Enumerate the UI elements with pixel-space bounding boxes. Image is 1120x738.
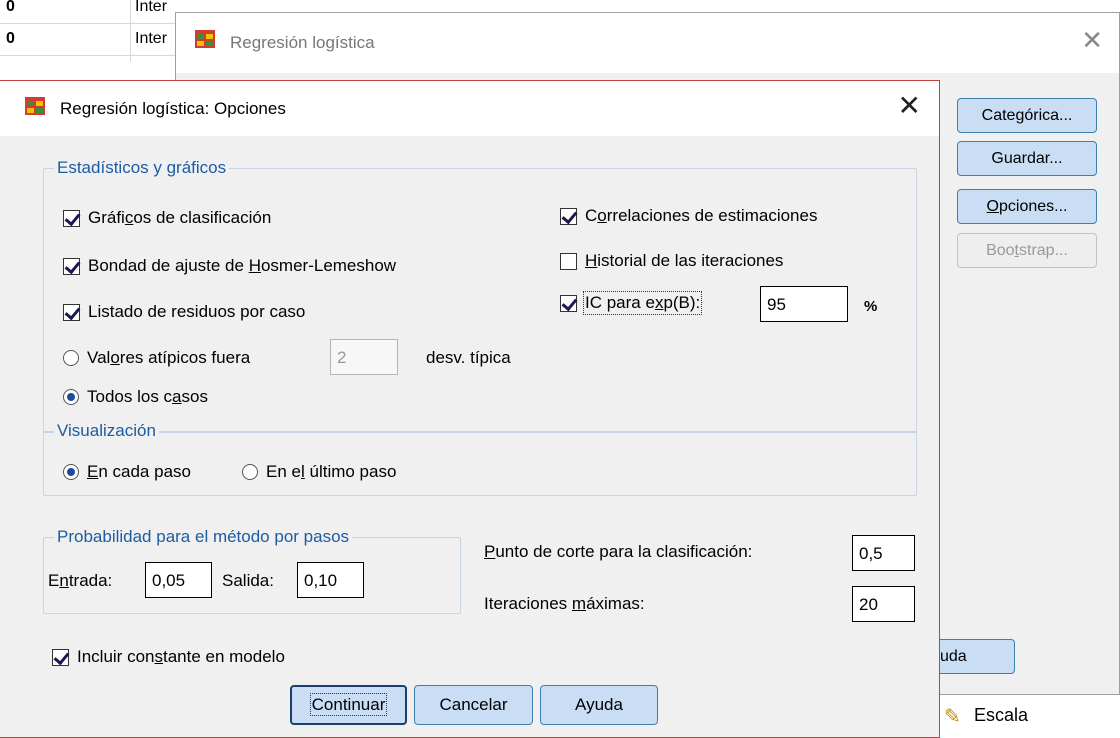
checkbox-label: IC para exp(B): <box>582 291 703 315</box>
back-dialog-titlebar: Regresión logística ✕ <box>176 13 1119 73</box>
checkbox-label: Gráficos de clasificación <box>88 208 272 227</box>
checkbox-box[interactable] <box>560 207 577 225</box>
close-icon[interactable]: ✕ <box>898 89 921 122</box>
checkbox-box[interactable] <box>560 252 577 270</box>
hosmer-lemeshow-checkbox[interactable]: Bondad de ajuste de Hosmer-Lemeshow <box>63 256 396 276</box>
casewise-residuals-checkbox[interactable]: Listado de residuos por caso <box>63 302 305 322</box>
outlier-sd-field[interactable]: 2 <box>330 339 398 375</box>
removal-field[interactable]: 0,10 <box>297 562 364 598</box>
options-dialog: Regresión logística: Opciones ✕ Estadíst… <box>0 80 940 738</box>
iteration-history-checkbox[interactable]: Historial de las iteraciones <box>560 251 783 271</box>
radio-label: En el último paso <box>266 462 397 481</box>
stats-graphs-legend: Estadísticos y gráficos <box>54 158 230 178</box>
options-dialog-titlebar: Regresión logística: Opciones ✕ <box>0 81 939 136</box>
row-type: Inter <box>130 30 167 62</box>
radio-circle[interactable] <box>242 464 258 480</box>
opciones-button[interactable]: Opciones... <box>957 189 1097 224</box>
removal-label: Salida: <box>222 571 274 590</box>
outliers-radio[interactable]: Valores atípicos fuera <box>63 348 250 368</box>
scale-label: Escala <box>974 705 1029 725</box>
max-iterations-label: Iteraciones máximas: <box>484 594 645 613</box>
radio-circle[interactable] <box>63 389 79 405</box>
sd-unit-label: desv. típica <box>426 348 511 367</box>
percent-label: % <box>864 298 878 315</box>
ruler-pencil-icon: ✎ <box>944 706 961 728</box>
cutoff-field[interactable]: 0,5 <box>852 535 915 571</box>
display-legend: Visualización <box>54 421 159 441</box>
spss-table-icon <box>194 29 216 54</box>
continue-label: Continuar <box>309 693 388 716</box>
ci-exp-b-checkbox[interactable]: IC para exp(B): <box>560 291 703 315</box>
categorica-button[interactable]: Categórica... <box>957 98 1097 133</box>
checkbox-box[interactable] <box>63 257 80 275</box>
guardar-button[interactable]: Guardar... <box>957 141 1097 176</box>
close-icon[interactable]: ✕ <box>1081 25 1103 56</box>
radio-label: En cada paso <box>87 462 191 481</box>
entry-label: Entrada: <box>48 571 113 590</box>
options-dialog-title: Regresión logística: Opciones <box>60 99 286 118</box>
continue-button[interactable]: Continuar <box>290 685 407 725</box>
all-cases-radio[interactable]: Todos los casos <box>63 387 208 407</box>
radio-circle[interactable] <box>63 464 79 480</box>
classification-plots-checkbox[interactable]: Gráficos de clasificación <box>63 208 271 228</box>
help-button[interactable]: Ayuda <box>540 685 658 725</box>
entry-field[interactable]: 0,05 <box>145 562 212 598</box>
checkbox-label: Correlaciones de estimaciones <box>585 206 818 225</box>
checkbox-label: Bondad de ajuste de Hosmer-Lemeshow <box>88 256 397 275</box>
back-dialog-title: Regresión logística <box>230 33 375 52</box>
radio-label: Valores atípicos fuera <box>87 348 251 367</box>
max-iterations-field[interactable]: 20 <box>852 586 915 622</box>
ci-level-field[interactable]: 95 <box>760 286 848 322</box>
grid-row: 0 Inter <box>0 0 180 30</box>
radio-circle[interactable] <box>63 350 79 366</box>
each-step-radio[interactable]: En cada paso <box>63 462 191 482</box>
bootstrap-button[interactable]: Bootstrap... <box>957 233 1097 268</box>
spss-table-icon <box>24 96 46 121</box>
checkbox-box[interactable] <box>63 303 80 321</box>
last-step-radio[interactable]: En el último paso <box>242 462 396 482</box>
checkbox-label: Listado de residuos por caso <box>88 302 306 321</box>
cancel-button[interactable]: Cancelar <box>414 685 533 725</box>
checkbox-box[interactable] <box>560 294 577 312</box>
checkbox-label: Historial de las iteraciones <box>585 251 784 270</box>
checkbox-label: Incluir constante en modelo <box>77 647 285 666</box>
include-constant-checkbox[interactable]: Incluir constante en modelo <box>52 647 285 667</box>
checkbox-box[interactable] <box>52 648 69 666</box>
row-value: 0 <box>6 30 15 47</box>
checkbox-box[interactable] <box>63 209 80 227</box>
radio-label: Todos los casos <box>87 387 208 406</box>
correlations-checkbox[interactable]: Correlaciones de estimaciones <box>560 206 817 226</box>
row-value: 0 <box>6 0 15 15</box>
measure-scale-cell: ✎ Escala <box>940 698 1120 734</box>
stepwise-probability-legend: Probabilidad para el método por pasos <box>54 527 353 547</box>
cutoff-label: Punto de corte para la clasificación: <box>484 542 753 561</box>
grid-row: 0 Inter <box>0 24 180 62</box>
